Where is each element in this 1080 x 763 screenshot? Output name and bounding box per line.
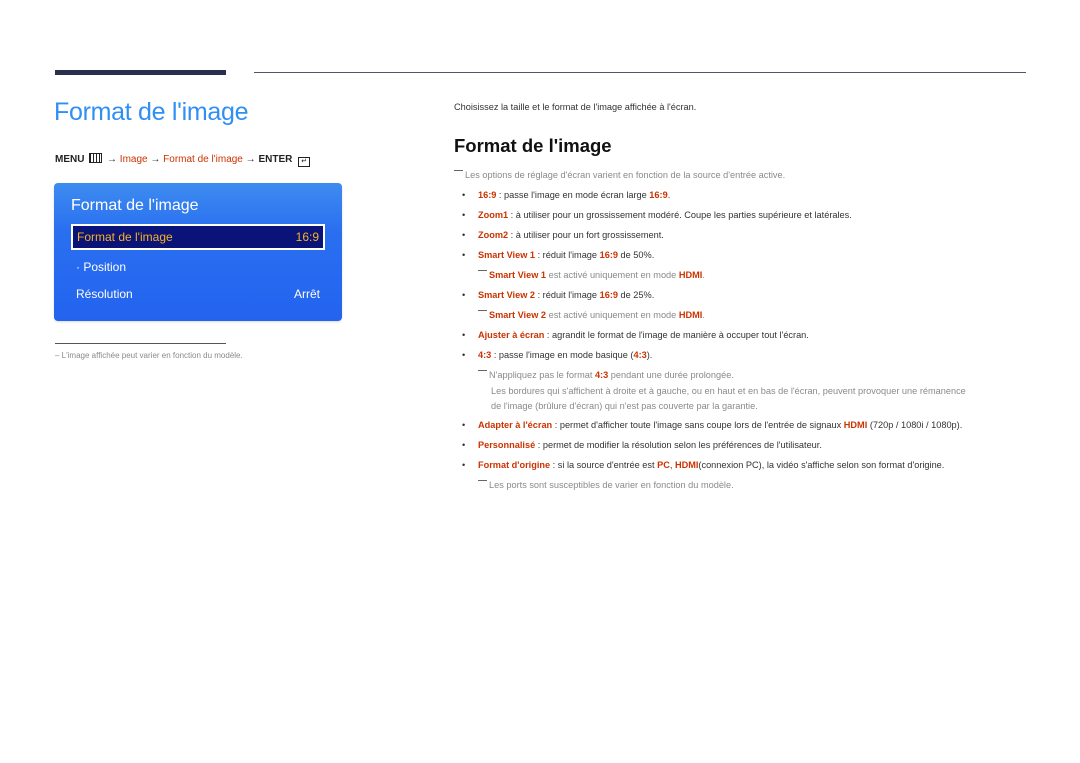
osd-item-resolution[interactable]: Résolution Arrêt [71,283,325,305]
menu-label: MENU [55,154,85,165]
list-item: • Smart View 2 : réduit l'image 16:9 de … [462,290,655,300]
arrow: → [245,154,256,165]
menu-step-image: Image [119,154,148,165]
content-heading: Format de l'image [454,135,612,156]
list-item: • Smart View 1 : réduit l'image 16:9 de … [462,250,655,260]
menu-path: MENU → Image → Format de l'image → ENTER… [55,153,311,167]
section-title: Format de l'image [54,98,249,126]
list-item: • Zoom1 : à utiliser pour un grossisseme… [462,210,852,220]
osd-title: Format de l'image [71,197,199,214]
list-item: • 4:3 : passe l'image en mode basique (4… [462,350,653,360]
list-note-cont: de l'image (brûlure d'écran) qui n'est p… [491,401,758,411]
note-dash-icon [478,480,487,481]
enter-icon: ↵ [298,157,311,167]
header-rule-thin [254,72,1026,73]
list-item: • Ajuster à écran : agrandit le format d… [462,330,809,340]
list-note: Smart View 2 est activé uniquement en mo… [478,310,705,320]
osd-item-label: Résolution [76,287,133,301]
list-item: • Personnalisé : permet de modifier la r… [462,440,822,450]
osd-item-position[interactable]: · Position [71,256,325,278]
osd-item-format[interactable]: Format de l'image 16:9 [71,224,325,250]
list-note: Smart View 1 est activé uniquement en mo… [478,270,705,280]
list-note-cont: Les bordures qui s'affichent à droite et… [491,386,966,396]
osd-item-label: · Position [76,260,127,274]
intro-text: Choisissez la taille et le format de l'i… [454,102,697,112]
osd-menu-panel: Format de l'image Format de l'image 16:9… [54,183,342,321]
osd-item-value: 16:9 [295,230,319,244]
menu-step-format: Format de l'image [163,154,243,165]
arrow: → [150,154,161,165]
header-rule-thick [55,70,226,75]
note-dash-icon [454,170,463,171]
list-note: N'appliquez pas le format 4:3 pendant un… [478,370,734,380]
list-item: • Adapter à l'écran : permet d'afficher … [462,420,963,430]
note-dash-icon [478,270,487,271]
note-dash-icon [478,310,487,311]
enter-label: ENTER [258,154,293,165]
list-note: Les ports sont susceptibles de varier en… [478,480,734,490]
footnote-rule [55,343,226,344]
osd-item-value: Arrêt [293,287,320,301]
footnote: – L'image affichée peut varier en foncti… [55,351,243,360]
note-dash-icon [478,370,487,371]
list-item: • Format d'origine : si la source d'entr… [462,460,945,470]
list-item: • Zoom2 : à utiliser pour un fort grossi… [462,230,664,240]
osd-item-label: Format de l'image [77,230,173,244]
arrow: → [107,154,118,165]
note-top: Les options de réglage d'écran varient e… [454,170,785,180]
menu-grid-icon [89,153,103,163]
list-item: • 16:9 : passe l'image en mode écran lar… [462,190,671,200]
